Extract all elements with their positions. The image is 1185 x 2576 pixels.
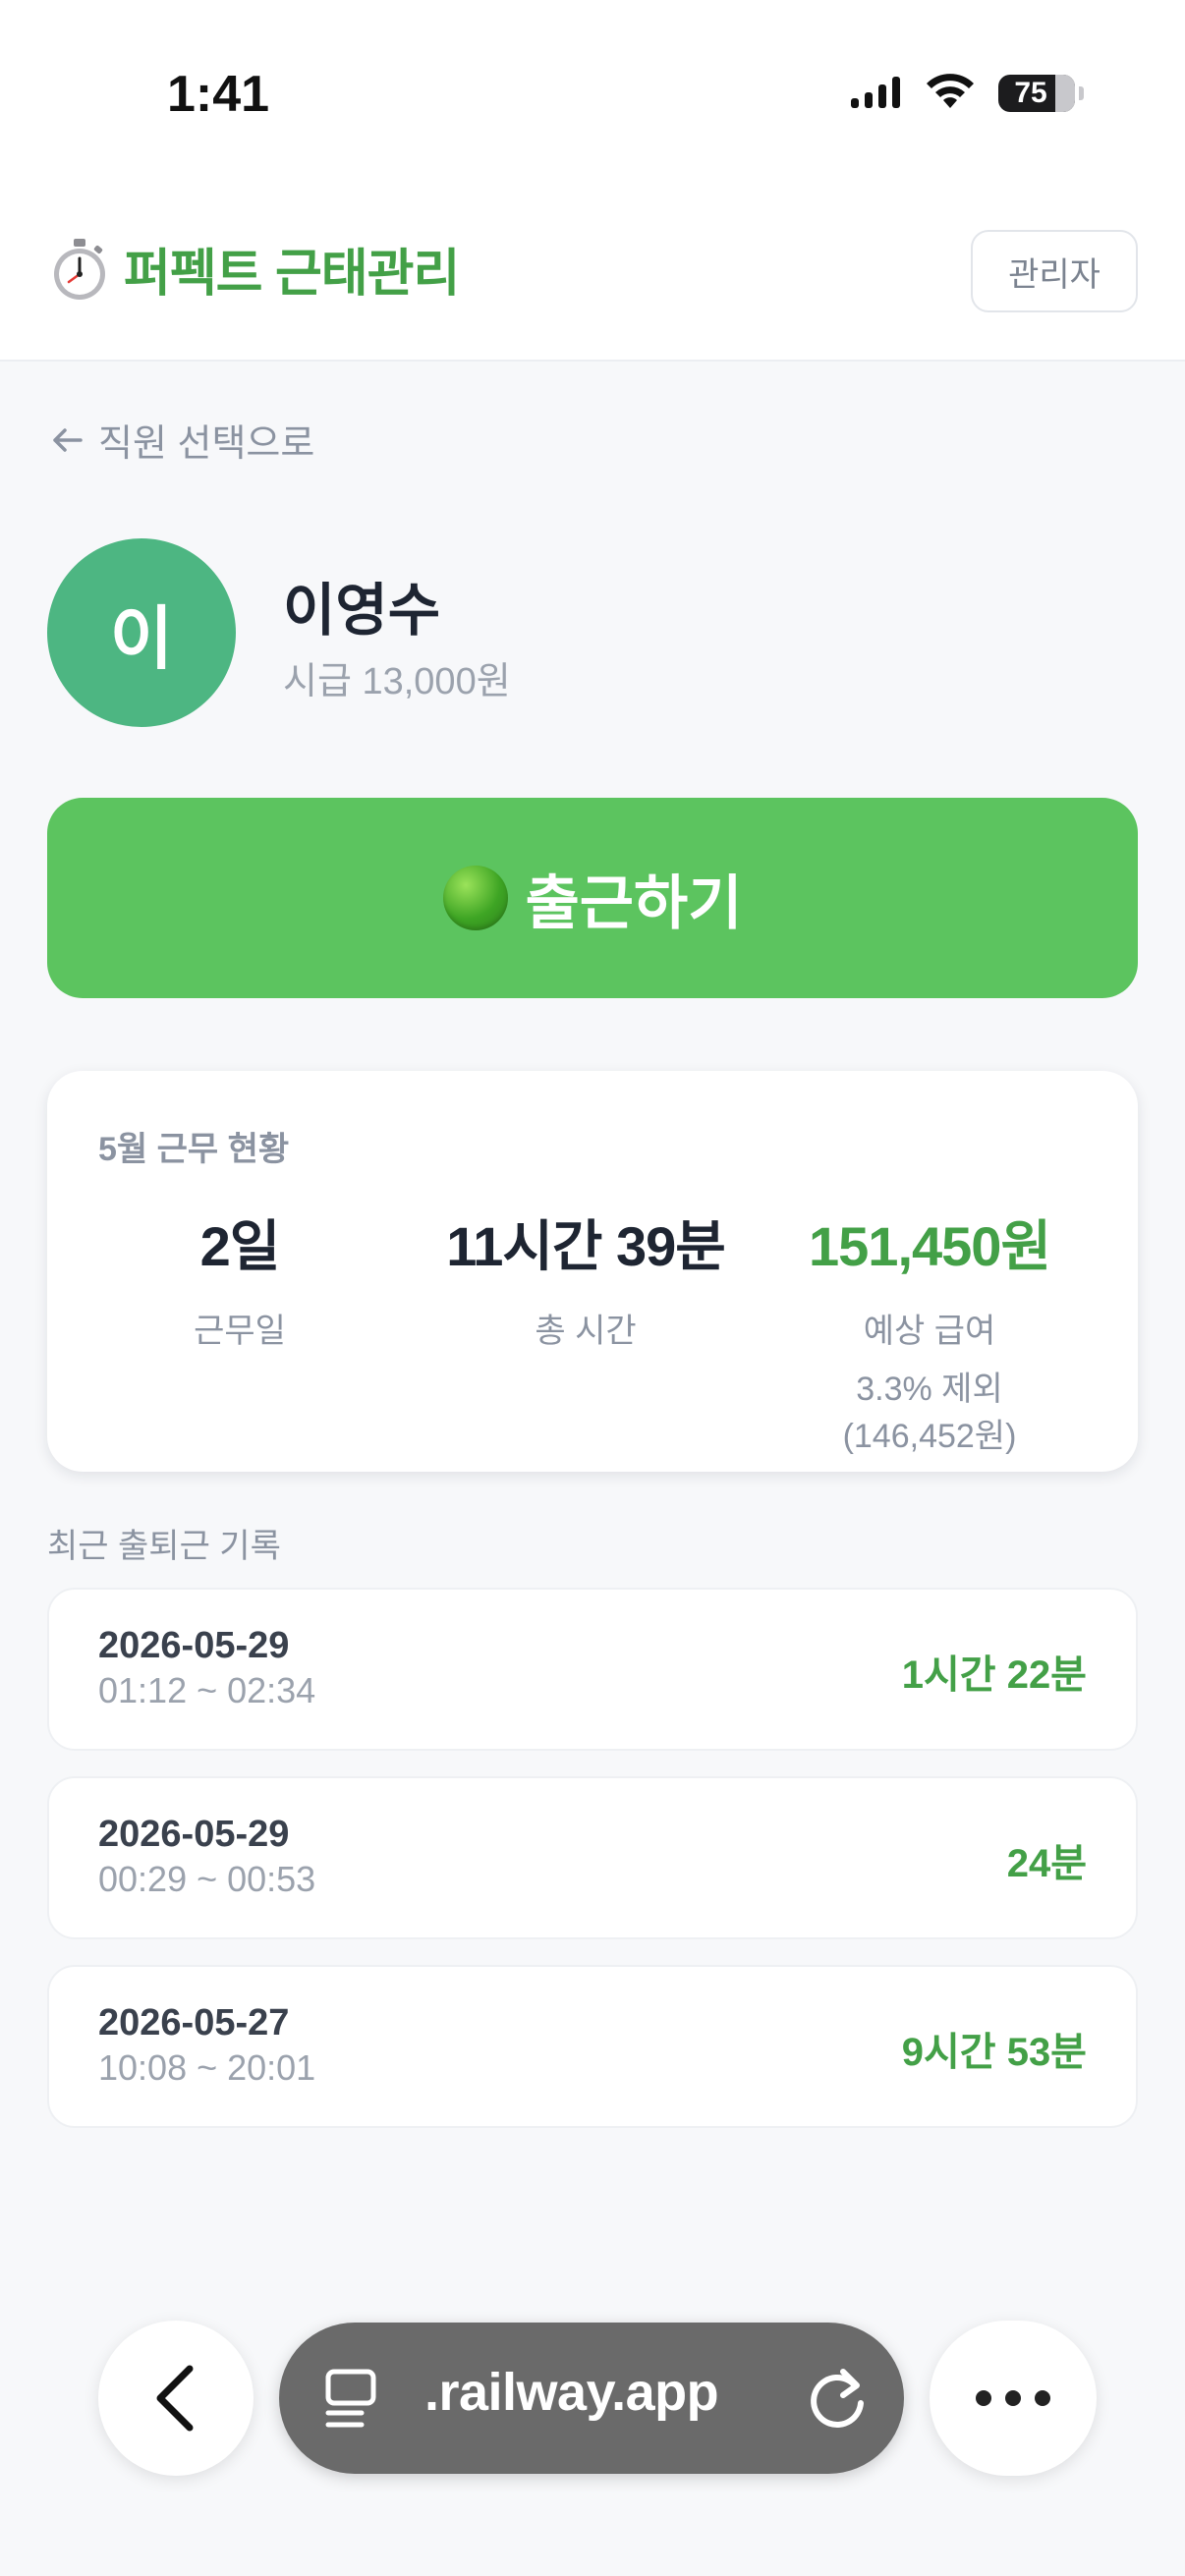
avatar: 이 bbox=[47, 538, 236, 727]
stat-work-days: 2일 근무일 bbox=[73, 1203, 407, 1352]
wifi-icon bbox=[927, 74, 974, 108]
reload-icon[interactable] bbox=[806, 2364, 871, 2433]
top-bar: 1:41 75 퍼펙트 근태관리 관리자 bbox=[0, 0, 1185, 362]
brand-title: 퍼펙트 근태관리 bbox=[124, 246, 460, 303]
more-dot-icon bbox=[976, 2390, 991, 2406]
stopwatch-icon bbox=[54, 238, 105, 300]
record-duration: 9시간 53분 bbox=[901, 2031, 1087, 2074]
total-time-label: 총 시간 bbox=[535, 1313, 637, 1350]
browser-back-button[interactable] bbox=[98, 2321, 254, 2476]
work-days-value: 2일 bbox=[199, 1215, 281, 1277]
records-title: 최근 출퇴근 기록 bbox=[47, 1528, 281, 1565]
record-date: 2026-05-29 bbox=[98, 1625, 290, 1666]
status-time: 1:41 bbox=[167, 66, 270, 123]
clock-in-label: 출근하기 bbox=[525, 869, 743, 936]
employee-wage: 시급 13,000원 bbox=[283, 661, 511, 702]
total-time-value: 11시간 39분 bbox=[446, 1215, 726, 1277]
stat-total-time: 11시간 39분 총 시간 bbox=[419, 1203, 753, 1352]
record-time-range: 00:29 ~ 00:53 bbox=[98, 1859, 316, 1899]
more-options-button[interactable] bbox=[930, 2321, 1097, 2476]
arrow-left-icon bbox=[53, 427, 83, 452]
summary-title: 5월 근무 현황 bbox=[98, 1131, 290, 1168]
record-time-range: 01:12 ~ 02:34 bbox=[98, 1670, 316, 1710]
admin-button[interactable]: 관리자 bbox=[971, 230, 1138, 312]
clock-in-button[interactable]: 출근하기 bbox=[47, 798, 1138, 998]
monthly-summary-card: 5월 근무 현황 2일 근무일 11시간 39분 총 시간 151,450원 예… bbox=[47, 1071, 1138, 1472]
tab-overview-icon bbox=[325, 2369, 376, 2428]
address-bar[interactable]: .railway.app bbox=[279, 2323, 904, 2474]
stat-expected-pay: 151,450원 예상 급여 3.3% 제외 (146,452원) bbox=[762, 1203, 1097, 1460]
expected-pay-note-line1: 3.3% 제외 bbox=[856, 1371, 1003, 1408]
back-link-label: 직원 선택으로 bbox=[98, 423, 315, 465]
battery-icon: 75 bbox=[998, 75, 1075, 112]
record-date: 2026-05-27 bbox=[98, 2002, 290, 2044]
expected-pay-note-line2: (146,452원) bbox=[842, 1418, 1017, 1455]
expected-pay-label: 예상 급여 bbox=[863, 1313, 996, 1350]
record-item[interactable]: 2026-05-27 10:08 ~ 20:01 9시간 53분 bbox=[47, 1965, 1138, 2128]
more-dot-icon bbox=[1035, 2390, 1050, 2406]
expected-pay-value: 151,450원 bbox=[809, 1215, 1051, 1277]
employee-name: 이영수 bbox=[283, 579, 441, 643]
record-duration: 1시간 22분 bbox=[901, 1653, 1087, 1697]
url-text: .railway.app bbox=[424, 2363, 719, 2422]
brand: 퍼펙트 근태관리 bbox=[49, 232, 460, 306]
more-dot-icon bbox=[1005, 2390, 1021, 2406]
cellular-signal-icon bbox=[851, 77, 900, 108]
battery-level: 75 bbox=[1014, 77, 1047, 109]
screen: 1:41 75 퍼펙트 근태관리 관리자 직원 선택으로 이 이영수 시급 13… bbox=[0, 0, 1185, 2576]
battery-tip bbox=[1079, 86, 1084, 100]
green-circle-icon bbox=[442, 866, 508, 930]
back-to-employee-select-link[interactable]: 직원 선택으로 bbox=[49, 413, 314, 467]
record-item[interactable]: 2026-05-29 00:29 ~ 00:53 24분 bbox=[47, 1776, 1138, 1939]
record-time-range: 10:08 ~ 20:01 bbox=[98, 2047, 316, 2088]
record-duration: 24분 bbox=[1006, 1842, 1087, 1885]
chevron-left-icon bbox=[156, 2365, 194, 2432]
record-item[interactable]: 2026-05-29 01:12 ~ 02:34 1시간 22분 bbox=[47, 1588, 1138, 1751]
expected-pay-note: 3.3% 제외 (146,452원) bbox=[762, 1366, 1097, 1460]
record-date: 2026-05-29 bbox=[98, 1814, 290, 1855]
work-days-label: 근무일 bbox=[194, 1313, 286, 1350]
